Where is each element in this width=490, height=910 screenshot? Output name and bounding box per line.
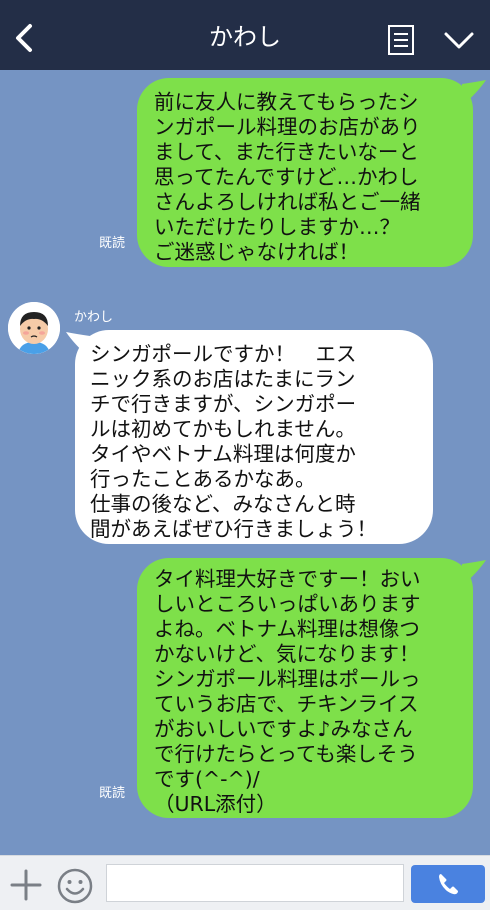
chat-title: かわし: [209, 23, 281, 51]
sender-name: かわし: [74, 310, 114, 325]
avatar[interactable]: [8, 302, 60, 354]
message-bubble-received[interactable]: シンガポールですか！ エス ニック系のお店はたまにラン チで行きますが、シンガポ…: [75, 330, 433, 544]
chevron-down-icon[interactable]: [443, 30, 475, 52]
read-receipt: 既読: [99, 236, 126, 251]
message-bubble-sent[interactable]: タイ料理大好きですー！おい しいところいっぱいあります よね。ベトナム料理は想像…: [137, 558, 473, 818]
call-button[interactable]: [411, 865, 485, 903]
note-icon[interactable]: [387, 24, 415, 56]
chat-header: かわし: [0, 0, 490, 70]
message-input[interactable]: [106, 864, 404, 902]
plus-icon[interactable]: [10, 869, 42, 901]
phone-icon: [439, 874, 458, 895]
smile-icon[interactable]: [56, 867, 94, 905]
message-bubble-sent[interactable]: 前に友人に教えてもらったシ ンガポール料理のお店があり まして、また行きたいなー…: [137, 78, 473, 267]
message-input-bar: [0, 855, 490, 910]
read-receipt: 既読: [99, 786, 126, 801]
